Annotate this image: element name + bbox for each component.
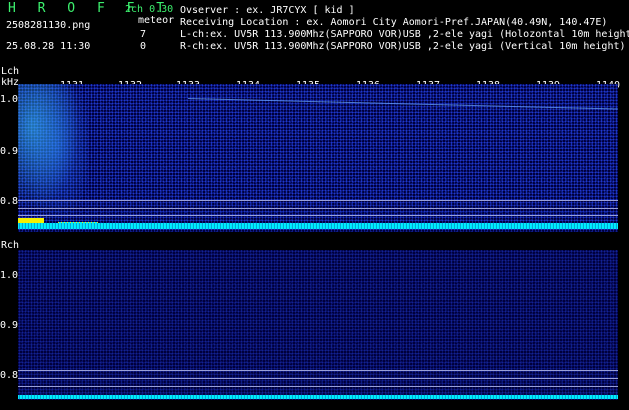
reference-line bbox=[18, 200, 618, 201]
reference-line bbox=[18, 378, 618, 379]
meteor-label: meteor bbox=[138, 15, 175, 26]
version-label: 2ch 0.30 bbox=[125, 4, 174, 15]
lch-waterfall bbox=[18, 84, 618, 232]
meteor-r-count: 0 bbox=[140, 41, 147, 52]
meteor-l-count: 7 bbox=[140, 29, 147, 40]
signal-baseline bbox=[18, 395, 618, 399]
rch-info-line: R-ch:ex. UV5R 113.900Mhz(SAPPORO VOR)USB… bbox=[180, 41, 626, 52]
lch-y-label: 1.0 bbox=[0, 94, 19, 105]
reference-line bbox=[18, 215, 618, 216]
rch-channel-label: Rch bbox=[1, 240, 20, 251]
lch-channel-label: Lch bbox=[1, 66, 20, 77]
signal-baseline bbox=[18, 223, 618, 229]
reference-line bbox=[18, 208, 618, 209]
lch-y-label: 0.8 bbox=[0, 196, 19, 207]
rch-y-label: 0.8 bbox=[0, 370, 19, 381]
rch-y-label: 1.0 bbox=[0, 270, 19, 281]
lch-unit-label: kHz bbox=[1, 77, 20, 88]
rch-y-label: 0.9 bbox=[0, 320, 19, 331]
datetime-label: 25.08.28 11:30 bbox=[6, 41, 91, 52]
filename-label: 2508281130.png bbox=[6, 20, 91, 31]
meteor-burst bbox=[18, 84, 88, 224]
reference-line bbox=[18, 370, 618, 371]
rch-waterfall bbox=[18, 250, 618, 400]
reference-line bbox=[18, 386, 618, 387]
lch-y-label: 0.9 bbox=[0, 146, 19, 157]
lch-info-line: L-ch:ex. UV5R 113.900Mhz(SAPPORO VOR)USB… bbox=[180, 29, 629, 40]
observer-line: Ovserver : ex. JR7CYX [ kid ] bbox=[180, 5, 355, 16]
location-line: Receiving Location : ex. Aomori City Aom… bbox=[180, 17, 608, 28]
